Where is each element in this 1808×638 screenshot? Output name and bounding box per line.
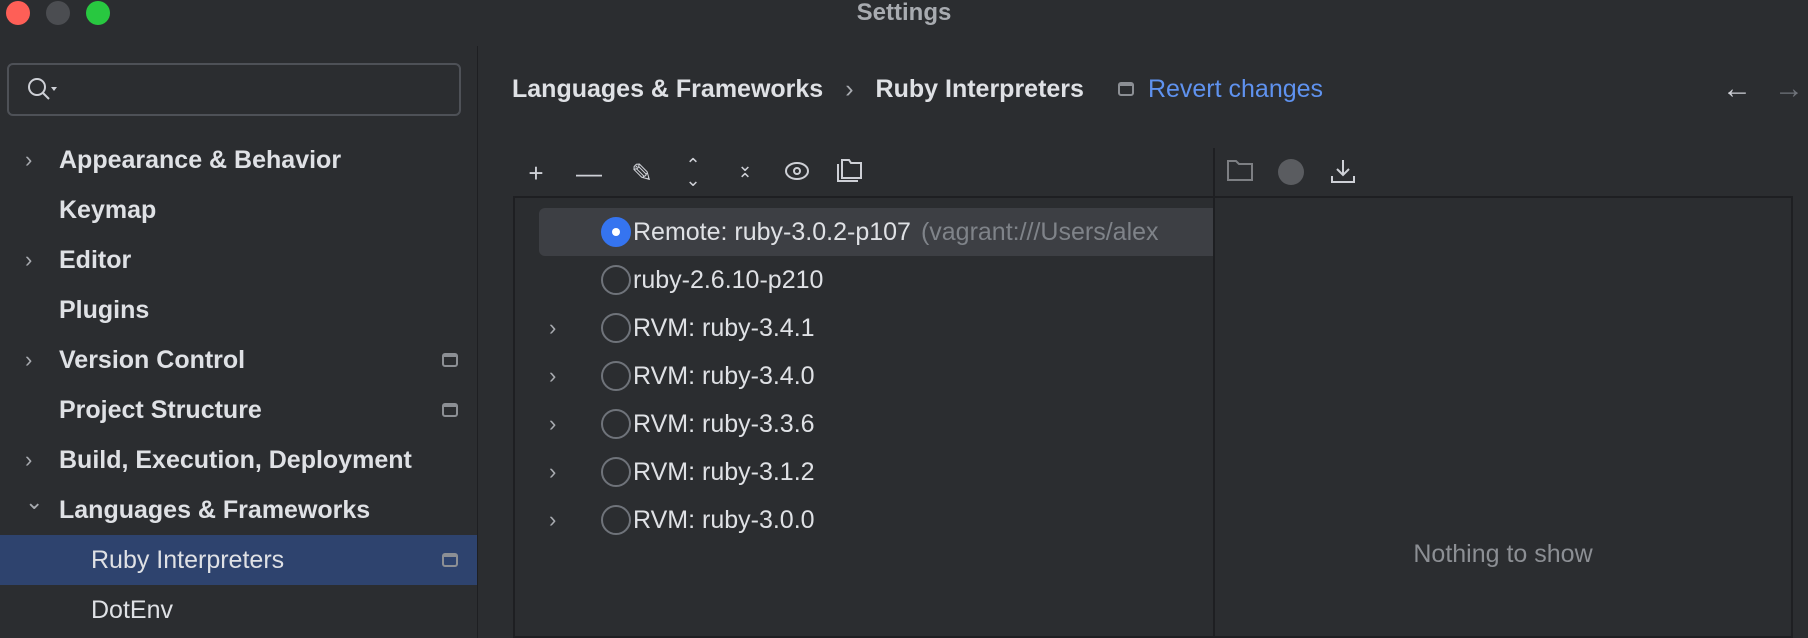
chevron-right-icon[interactable]: › xyxy=(25,135,32,185)
copy-folder-icon[interactable] xyxy=(835,158,865,188)
sidebar-item[interactable]: › Version Control xyxy=(0,335,477,385)
sidebar-item-label: DotEnv xyxy=(91,596,173,624)
interpreter-radio[interactable] xyxy=(601,265,631,295)
sidebar-item[interactable]: › Build, Execution, Deployment xyxy=(0,435,477,485)
download-icon[interactable] xyxy=(1328,158,1358,188)
chevron-right-icon[interactable]: › xyxy=(549,448,556,496)
sidebar-item-label: Plugins xyxy=(59,296,150,324)
interpreter-name: RVM: ruby-3.3.6 xyxy=(633,410,815,438)
interpreter-radio[interactable] xyxy=(601,313,631,343)
collapse-all-icon[interactable]: ⌄ ⌃ xyxy=(730,156,760,189)
interpreter-row[interactable]: › RVM: ruby-3.0.0 xyxy=(539,496,1215,544)
window-title: Settings xyxy=(856,0,952,26)
sidebar-item[interactable]: Ruby Interpreters xyxy=(0,535,477,585)
eye-icon[interactable] xyxy=(782,158,812,188)
forward-arrow-icon[interactable]: → xyxy=(1774,72,1804,106)
expand-all-icon[interactable]: ⌃ ⌄ xyxy=(678,156,708,189)
chevron-right-icon[interactable]: › xyxy=(549,496,556,544)
chevron-right-icon[interactable]: › xyxy=(549,400,556,448)
sidebar-item[interactable]: Project Structure xyxy=(0,385,477,435)
chevron-down-icon[interactable]: ⌄ xyxy=(25,477,43,527)
chevron-right-icon[interactable]: › xyxy=(25,235,32,285)
breadcrumb-separator: › xyxy=(845,75,854,103)
sidebar-item[interactable]: ⌄ Languages & Frameworks xyxy=(0,485,477,535)
interpreter-name: RVM: ruby-3.4.0 xyxy=(633,362,815,390)
interpreter-row[interactable]: Remote: ruby-3.0.2-p107 (vagrant:///Users… xyxy=(539,208,1215,256)
sidebar-item-label: Keymap xyxy=(59,196,157,224)
breadcrumb-current: Ruby Interpreters xyxy=(875,75,1084,103)
sidebar-item-label: Editor xyxy=(59,246,132,274)
interpreter-name: RVM: ruby-3.0.0 xyxy=(633,506,815,534)
back-arrow-icon[interactable]: ← xyxy=(1722,72,1752,106)
chevron-right-icon[interactable]: › xyxy=(549,352,556,400)
chevron-right-icon[interactable]: › xyxy=(549,304,556,352)
interpreter-name: RVM: ruby-3.4.1 xyxy=(633,314,815,342)
edit-pencil-icon[interactable]: ✎ xyxy=(627,158,657,188)
interpreter-radio[interactable] xyxy=(601,505,631,535)
interpreter-label: RVM: ruby-3.1.2 xyxy=(633,448,1213,496)
sidebar-item-label: Languages & Frameworks xyxy=(59,496,371,524)
sidebar-item[interactable]: DotEnv xyxy=(0,585,477,635)
interpreter-row[interactable]: ruby-2.6.10-p210 xyxy=(539,256,1215,304)
chevron-right-icon[interactable]: › xyxy=(25,335,32,385)
breadcrumb: Languages & Frameworks › Ruby Interprete… xyxy=(512,74,1323,104)
interpreter-row[interactable]: › RVM: ruby-3.4.0 xyxy=(539,352,1215,400)
settings-sidebar: › Appearance & Behavior Keymap › Editor Plugi… xyxy=(0,46,478,638)
interpreter-name: Remote: ruby-3.0.2-p107 xyxy=(633,218,911,246)
gems-list xyxy=(1213,196,1793,638)
sidebar-item-label: Ruby Interpreters xyxy=(91,546,285,574)
project-scope-icon xyxy=(442,353,458,367)
interpreter-label: ruby-2.6.10-p210 xyxy=(633,256,1213,304)
gem-status-icon[interactable] xyxy=(1276,158,1306,188)
interpreter-list: Remote: ruby-3.0.2-p107 (vagrant:///Users… xyxy=(513,196,1215,638)
sidebar-item[interactable]: Plugins xyxy=(0,285,477,335)
interpreter-label: RVM: ruby-3.3.6 xyxy=(633,400,1213,448)
interpreter-label: RVM: ruby-3.4.1 xyxy=(633,304,1213,352)
empty-state-text: Nothing to show xyxy=(1413,540,1593,568)
interpreter-radio[interactable] xyxy=(601,409,631,439)
interpreter-radio[interactable] xyxy=(601,217,631,247)
sidebar-item-label: Version Control xyxy=(59,346,246,374)
folder-icon[interactable] xyxy=(1225,158,1255,188)
interpreter-radio[interactable] xyxy=(601,457,631,487)
interpreter-row[interactable]: › RVM: ruby-3.4.1 xyxy=(539,304,1215,352)
sidebar-item-label: Appearance & Behavior xyxy=(59,146,342,174)
interpreter-row[interactable]: › RVM: ruby-3.1.2 xyxy=(539,448,1215,496)
breadcrumb-parent[interactable]: Languages & Frameworks xyxy=(512,74,823,104)
interpreter-name: RVM: ruby-3.1.2 xyxy=(633,458,815,486)
search-icon xyxy=(28,78,57,100)
interpreter-radio[interactable] xyxy=(601,361,631,391)
interpreter-path: (vagrant:///Users/alex xyxy=(920,218,1159,246)
sidebar-item[interactable]: › Editor xyxy=(0,235,477,285)
interpreter-name: ruby-2.6.10-p210 xyxy=(633,266,824,294)
interpreter-row[interactable]: › RVM: ruby-3.3.6 xyxy=(539,400,1215,448)
sidebar-item[interactable]: Keymap xyxy=(0,185,477,235)
interpreter-label: RVM: ruby-3.0.0 xyxy=(633,496,1213,544)
revert-changes-link[interactable]: Revert changes xyxy=(1148,74,1323,104)
project-scope-icon xyxy=(1117,82,1134,96)
interpreter-label: Remote: ruby-3.0.2-p107 (vagrant:///Users… xyxy=(633,208,1213,256)
project-scope-icon xyxy=(442,553,458,567)
sidebar-item-label: Build, Execution, Deployment xyxy=(59,446,412,474)
add-icon[interactable]: + xyxy=(521,158,551,188)
sidebar-item[interactable]: › Appearance & Behavior xyxy=(0,135,477,185)
project-scope-icon xyxy=(442,403,458,417)
sidebar-item-label: Project Structure xyxy=(59,396,262,424)
interpreter-label: RVM: ruby-3.4.0 xyxy=(633,352,1213,400)
search-input[interactable] xyxy=(7,63,461,116)
remove-icon[interactable]: — xyxy=(574,158,604,188)
